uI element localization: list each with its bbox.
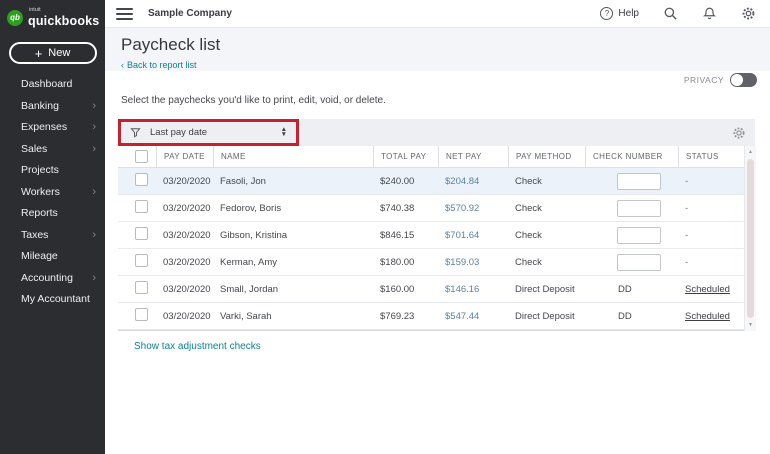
scroll-up-icon[interactable]: ▲ [745, 149, 757, 155]
net-pay-link[interactable]: $547.44 [438, 311, 508, 322]
quickbooks-wordmark: quickbooks [28, 15, 99, 28]
sidebar-item-taxes[interactable]: Taxes› [0, 225, 105, 247]
check-number-dd: DD [585, 311, 678, 322]
status-scheduled-link[interactable]: Scheduled [685, 311, 730, 322]
table-header-row: PAY DATE NAME TOTAL PAY NET PAY PAY METH… [118, 146, 755, 168]
sidebar-item-dashboard[interactable]: Dashboard [0, 74, 105, 96]
back-to-report-list-link[interactable]: ‹ Back to report list [121, 60, 197, 70]
main-content: PRIVACY Select the paychecks you'd like … [105, 71, 770, 454]
filter-selected-value: Last pay date [150, 127, 207, 138]
table-scrollbar[interactable]: ▲ ▼ [744, 146, 756, 331]
search-icon[interactable] [663, 6, 678, 21]
chevron-right-icon: › [92, 96, 96, 118]
check-number-input[interactable] [617, 254, 661, 271]
new-button-label: New [48, 47, 70, 59]
sidebar-item-expenses[interactable]: Expenses› [0, 117, 105, 139]
col-header-pay-method: PAY METHOD [508, 146, 585, 167]
check-number-input[interactable] [617, 227, 661, 244]
table-settings-gear-icon[interactable] [732, 126, 746, 140]
net-pay-link[interactable]: $159.03 [438, 257, 508, 268]
col-header-name: NAME [213, 146, 373, 167]
plus-icon: + [35, 47, 43, 60]
company-name: Sample Company [148, 8, 232, 19]
table-row: 03/20/2020 Small, Jordan $160.00 $146.16… [118, 276, 755, 303]
new-button[interactable]: + New [9, 42, 97, 64]
scroll-down-icon[interactable]: ▼ [745, 322, 757, 328]
quickbooks-logo[interactable]: qb intuit quickbooks [0, 0, 105, 33]
privacy-label: PRIVACY [684, 75, 724, 85]
dropdown-spinner-icon: ▲▼ [281, 128, 287, 136]
settings-gear-icon[interactable] [741, 6, 756, 21]
topbar: Sample Company ? Help [105, 0, 770, 28]
table-row: 03/20/2020 Kerman, Amy $180.00 $159.03 C… [118, 249, 755, 276]
net-pay-link[interactable]: $570.92 [438, 203, 508, 214]
col-header-check-number: CHECK NUMBER [585, 146, 678, 167]
check-number-input[interactable] [617, 200, 661, 217]
net-pay-link[interactable]: $146.16 [438, 284, 508, 295]
row-checkbox[interactable] [135, 308, 148, 321]
sidebar-item-accounting[interactable]: Accounting› [0, 268, 105, 290]
table-row: 03/20/2020 Varki, Sarah $769.23 $547.44 … [118, 303, 755, 330]
sidebar-item-banking[interactable]: Banking› [0, 96, 105, 118]
pay-date-filter-dropdown[interactable]: Last pay date ▲▼ [118, 119, 299, 146]
chevron-right-icon: › [92, 225, 96, 247]
privacy-toggle[interactable] [730, 73, 757, 87]
status-scheduled-link[interactable]: Scheduled [685, 284, 730, 295]
col-header-total-pay: TOTAL PAY [373, 146, 438, 167]
page-header: Paycheck list ‹ Back to report list [105, 28, 770, 71]
help-icon: ? [600, 7, 613, 20]
check-number-input[interactable] [617, 173, 661, 190]
chevron-right-icon: › [92, 268, 96, 290]
app-window: qb intuit quickbooks + New Dashboard Ban… [0, 0, 770, 454]
sidebar: qb intuit quickbooks + New Dashboard Ban… [0, 0, 105, 454]
row-checkbox[interactable] [135, 227, 148, 240]
net-pay-link[interactable]: $701.64 [438, 230, 508, 241]
table-row: 03/20/2020 Fedorov, Boris $740.38 $570.9… [118, 195, 755, 222]
paycheck-table: PAY DATE NAME TOTAL PAY NET PAY PAY METH… [118, 146, 755, 331]
row-checkbox[interactable] [135, 254, 148, 267]
col-header-net-pay: NET PAY [438, 146, 508, 167]
sidebar-item-workers[interactable]: Workers› [0, 182, 105, 204]
intuit-wordmark: intuit [29, 8, 99, 14]
table-toolbar: Last pay date ▲▼ [118, 119, 755, 146]
table-row: 03/20/2020 Fasoli, Jon $240.00 $204.84 C… [118, 168, 755, 195]
chevron-right-icon: › [92, 117, 96, 139]
instruction-text: Select the paychecks you'd like to print… [121, 95, 770, 106]
show-tax-adjustment-checks-link[interactable]: Show tax adjustment checks [134, 341, 261, 352]
check-number-dd: DD [585, 284, 678, 295]
chevron-right-icon: › [92, 182, 96, 204]
sidebar-item-projects[interactable]: Projects [0, 160, 105, 182]
scrollbar-thumb[interactable] [747, 159, 754, 318]
qb-circle-icon: qb [7, 10, 23, 26]
chevron-right-icon: › [92, 139, 96, 161]
select-all-checkbox[interactable] [135, 150, 148, 163]
hamburger-menu-icon[interactable] [116, 8, 133, 20]
row-checkbox[interactable] [135, 281, 148, 294]
filter-funnel-icon [130, 127, 141, 138]
table-row: 03/20/2020 Gibson, Kristina $846.15 $701… [118, 222, 755, 249]
net-pay-link[interactable]: $204.84 [438, 176, 508, 187]
sidebar-item-mileage[interactable]: Mileage [0, 246, 105, 268]
col-header-pay-date: PAY DATE [156, 146, 213, 167]
row-checkbox[interactable] [135, 173, 148, 186]
notifications-bell-icon[interactable] [702, 6, 717, 21]
page-title: Paycheck list [121, 35, 754, 55]
help-button[interactable]: ? Help [600, 7, 639, 20]
row-checkbox[interactable] [135, 200, 148, 213]
sidebar-item-my-accountant[interactable]: My Accountant [0, 289, 105, 311]
sidebar-item-reports[interactable]: Reports [0, 203, 105, 225]
sidebar-item-sales[interactable]: Sales› [0, 139, 105, 161]
col-header-status: STATUS [678, 146, 743, 167]
chevron-left-icon: ‹ [121, 60, 124, 70]
sidebar-nav: Dashboard Banking› Expenses› Sales› Proj… [0, 74, 105, 311]
